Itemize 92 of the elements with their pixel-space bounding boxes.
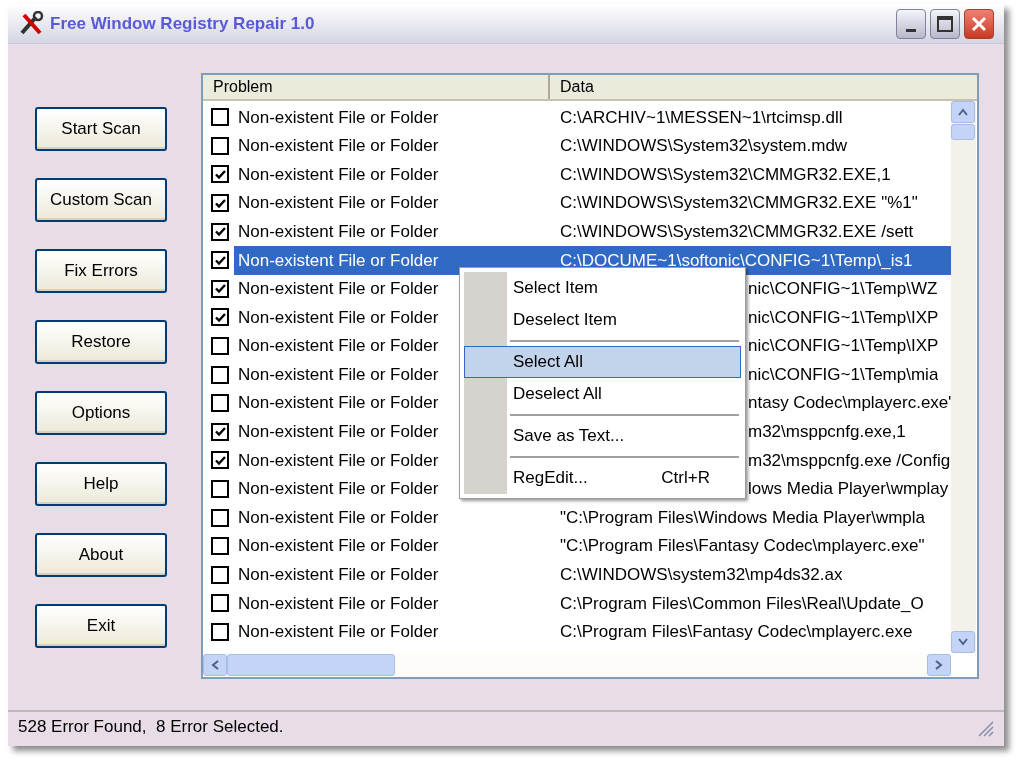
action-button[interactable]: Exit <box>35 604 167 648</box>
checkbox[interactable] <box>211 222 229 241</box>
tools-icon <box>18 10 46 37</box>
table-cell: Non-existent File or Folder <box>238 364 439 384</box>
table-cell-text: C:\DOCUME~1\softonic\CONFIG~1\Temp\_is1 <box>560 249 913 272</box>
action-button[interactable]: Fix Errors <box>35 249 167 293</box>
table-cell: Non-existent File or Folder <box>238 193 439 213</box>
action-button[interactable]: Start Scan <box>35 107 167 151</box>
check-icon <box>213 225 227 239</box>
checkbox[interactable] <box>211 165 229 184</box>
table-cell-text: lows Media Player\wmplay <box>748 478 949 501</box>
table-cell-text: C:\WINDOWS\System32\CMMGR32.EXE,1 <box>560 163 891 186</box>
action-button[interactable]: Restore <box>35 320 167 364</box>
menu-item[interactable]: Select All <box>464 346 741 378</box>
scroll-up-icon[interactable] <box>958 108 968 116</box>
close-icon <box>971 15 987 32</box>
checkbox[interactable] <box>211 108 229 127</box>
checkbox[interactable] <box>211 136 229 155</box>
checkbox[interactable] <box>211 451 229 470</box>
menu-item[interactable]: Deselect All <box>464 378 741 410</box>
table-cell: Non-existent File or Folder <box>238 307 439 327</box>
table-cell-text: nic\CONFIG~1\Temp\mia <box>748 363 939 386</box>
table-cell-text: nic\CONFIG~1\Temp\IXP <box>748 306 939 329</box>
table-cell: Non-existent File or Folder <box>238 479 439 499</box>
table-cell: Non-existent File or Folder <box>238 593 439 613</box>
checkbox[interactable] <box>211 251 229 270</box>
table-cell: Non-existent File or Folder <box>238 164 439 184</box>
window-title: Free Window Registry Repair 1.0 <box>50 12 315 35</box>
table-cell-text: C:\Program Files\Fantasy Codec\mplayerc.exe <box>560 621 913 644</box>
checkbox[interactable] <box>211 480 229 498</box>
action-button[interactable]: Custom Scan <box>35 178 167 222</box>
table-cell-text: C:\ARCHIV~1\MESSEN~1\rtcimsp.dll <box>560 106 843 129</box>
check-icon <box>213 425 227 439</box>
checkbox[interactable] <box>211 537 229 556</box>
table-cell-text: nic\CONFIG~1\Temp\WZ <box>748 278 938 301</box>
table-cell: Non-existent File or Folder <box>238 422 439 442</box>
table-cell: Non-existent File or Folder <box>238 622 439 642</box>
scroll-right-icon[interactable] <box>935 660 943 670</box>
minimize-button[interactable] <box>896 8 926 39</box>
table-cell: Non-existent File or Folder <box>238 336 439 356</box>
checkbox[interactable] <box>211 194 229 213</box>
vertical-scrollbar[interactable] <box>951 101 976 653</box>
table-cell-text: C:\WINDOWS\System32\CMMGR32.EXE "%1" <box>560 192 918 215</box>
menu-item[interactable]: Select Item <box>464 272 741 304</box>
table-cell-text: C:\WINDOWS\System32\CMMGR32.EXE /sett <box>560 220 914 243</box>
checkbox[interactable] <box>211 337 229 356</box>
column-header[interactable]: Problem <box>203 75 550 99</box>
check-icon <box>213 282 227 296</box>
checkbox[interactable] <box>211 508 229 527</box>
table-cell: Non-existent File or Folder <box>238 136 439 156</box>
table-cell-text: "C:\Program Files\Windows Media Player\wmpla <box>560 506 926 529</box>
table-cell: Non-existent File or Folder <box>238 536 439 556</box>
table-cell: Non-existent File or Folder <box>238 279 439 299</box>
table-cell-text: m32\msppcnfg.exe,1 <box>748 421 906 444</box>
horizontal-scrollbar[interactable] <box>203 653 951 677</box>
status-text: 528 Error Found, 8 Error Selected. <box>18 716 284 739</box>
checkbox[interactable] <box>211 422 229 441</box>
checkbox[interactable] <box>211 308 229 327</box>
check-icon <box>213 168 227 181</box>
table-cell: Non-existent File or Folder <box>238 250 439 270</box>
table-cell: Non-existent File or Folder <box>238 450 439 470</box>
table-cell-text: m32\msppcnfg.exe /Config <box>748 449 951 472</box>
table-cell: Non-existent File or Folder <box>238 107 439 127</box>
column-header[interactable]: Data <box>550 75 948 99</box>
table-cell-text: C:\Program Files\Common Files\Real\Update_O <box>560 592 924 615</box>
menu-item[interactable]: Save as Text... <box>464 420 741 452</box>
scroll-left-icon[interactable] <box>211 660 219 670</box>
menu-item[interactable]: RegEdit... Ctrl+R <box>464 462 741 494</box>
table-cell-text: C:\WINDOWS\system32\mp4ds32.ax <box>560 564 843 587</box>
scroll-thumb[interactable] <box>227 654 395 676</box>
table-cell-text: ntasy Codec\mplayerc.exe" <box>748 392 955 415</box>
table-cell-text: nic\CONFIG~1\Temp\IXP <box>748 335 939 358</box>
table-cell: Non-existent File or Folder <box>238 507 439 527</box>
menu-item[interactable]: Deselect Item <box>464 304 741 336</box>
checkbox[interactable] <box>211 623 229 641</box>
close-button[interactable] <box>964 8 994 39</box>
table-cell-text: C:\WINDOWS\System32\system.mdw <box>560 135 848 158</box>
scroll-down-icon[interactable] <box>958 638 968 646</box>
table-cell-text: "C:\Program Files\Fantasy Codec\mplayerc.exe" <box>560 535 925 558</box>
maximize-button[interactable] <box>930 8 960 39</box>
action-button[interactable]: Help <box>35 462 167 506</box>
checkbox[interactable] <box>211 594 229 613</box>
table-cell: Non-existent File or Folder <box>238 221 439 241</box>
action-button[interactable]: Options <box>35 391 167 435</box>
table-cell: Non-existent File or Folder <box>238 565 439 585</box>
scroll-thumb[interactable] <box>951 124 975 140</box>
table-cell: Non-existent File or Folder <box>238 393 439 413</box>
checkbox[interactable] <box>211 365 229 384</box>
action-button[interactable]: About <box>35 533 167 577</box>
checkbox[interactable] <box>211 279 229 298</box>
checkbox[interactable] <box>211 565 229 584</box>
checkbox[interactable] <box>211 394 229 413</box>
